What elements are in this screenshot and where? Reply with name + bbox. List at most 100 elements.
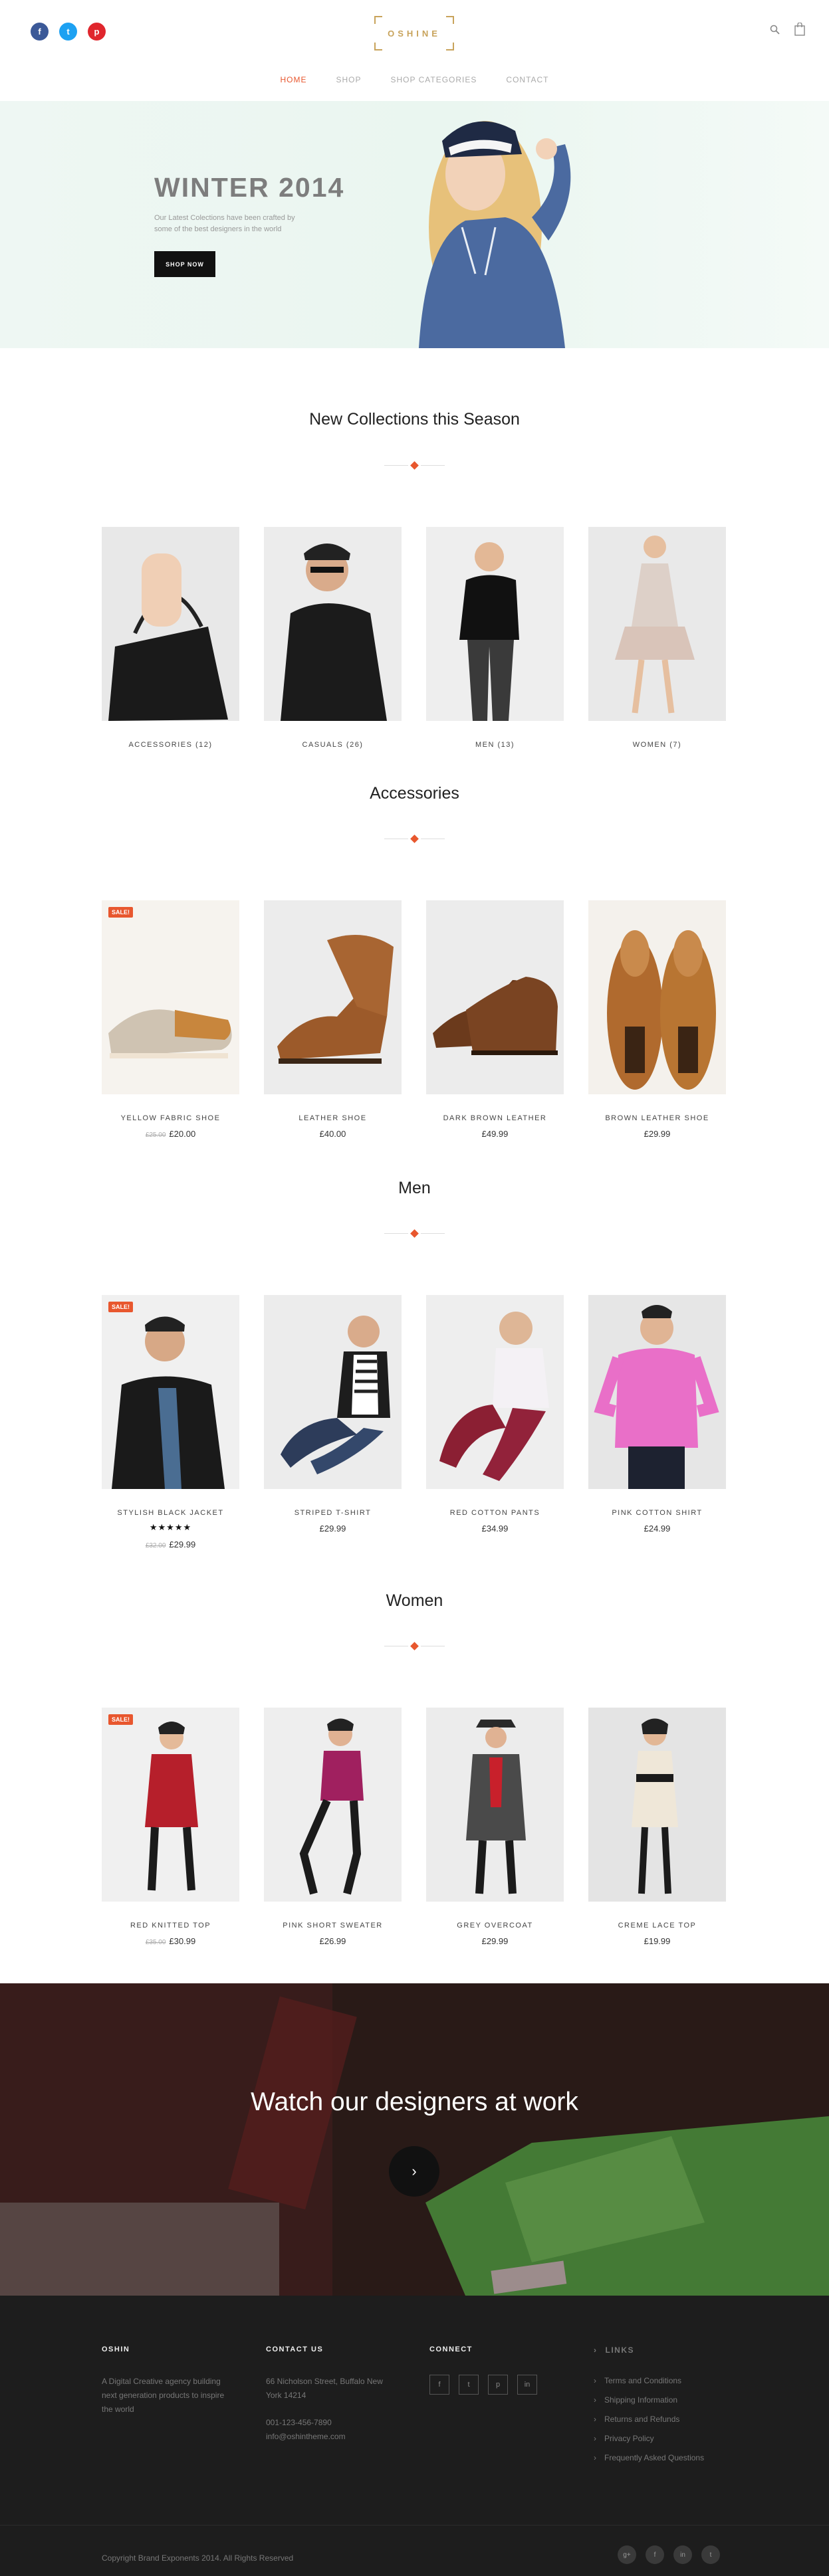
collection-label[interactable]: CASUALS (26) xyxy=(264,741,402,749)
hero-banner: WINTER 2014 Our Latest Colections have b… xyxy=(0,101,829,348)
sale-badge: SALE! xyxy=(108,907,133,918)
product-price: £29.99 xyxy=(426,1936,564,1946)
hero-title: WINTER 2014 xyxy=(154,172,345,203)
product-name[interactable]: PINK COTTON SHIRT xyxy=(588,1509,726,1517)
product-price: £35.00 £30.99 xyxy=(102,1936,239,1946)
product-card[interactable]: CREME LACE TOP £19.99 xyxy=(588,1708,726,1946)
product-name[interactable]: GREY OVERCOAT xyxy=(426,1922,564,1930)
header-icons xyxy=(770,23,805,36)
footer-link[interactable]: Frequently Asked Questions xyxy=(594,2453,727,2462)
product-name[interactable]: STRIPED T-SHIRT xyxy=(264,1509,402,1517)
product-price: £29.99 xyxy=(588,1129,726,1139)
collection-image[interactable] xyxy=(588,527,726,721)
product-image[interactable] xyxy=(588,1708,726,1902)
footer-link[interactable]: Shipping Information xyxy=(594,2395,727,2405)
product-card[interactable]: PINK COTTON SHIRT £24.99 xyxy=(588,1295,726,1534)
footer-about-text: A Digital Creative agency building next … xyxy=(102,2377,225,2414)
nav-home[interactable]: HOME xyxy=(280,75,306,84)
footer-phone[interactable]: 001-123-456-7890 xyxy=(266,2416,399,2430)
product-name[interactable]: STYLISH BLACK JACKET xyxy=(102,1509,239,1517)
video-title: Watch our designers at work xyxy=(251,2088,578,2116)
product-image[interactable] xyxy=(426,1295,564,1489)
nav-shop[interactable]: SHOP xyxy=(336,75,361,84)
product-price: £25.00 £20.00 xyxy=(102,1129,239,1139)
search-icon[interactable] xyxy=(770,25,780,35)
product-image[interactable]: SALE! xyxy=(102,1295,239,1489)
section-title-accessories: Accessories xyxy=(370,784,459,803)
product-image[interactable] xyxy=(588,1295,726,1489)
collection-card[interactable]: CASUALS (26) xyxy=(264,527,402,749)
current-price: £19.99 xyxy=(644,1936,671,1946)
product-card[interactable]: RED COTTON PANTS £34.99 xyxy=(426,1295,564,1534)
product-card[interactable]: PINK SHORT SWEATER £26.99 xyxy=(264,1708,402,1946)
twitter-icon[interactable]: t xyxy=(459,2375,479,2395)
footer-link[interactable]: Terms and Conditions xyxy=(594,2376,727,2385)
footer-link[interactable]: Returns and Refunds xyxy=(594,2415,727,2424)
pinterest-icon[interactable]: p xyxy=(88,23,106,41)
product-card[interactable]: SALE! RED KNITTED TOP £35.00 £30.99 xyxy=(102,1708,239,1946)
twitter-icon[interactable]: t xyxy=(59,23,77,41)
collection-label[interactable]: WOMEN (7) xyxy=(588,741,726,749)
product-name[interactable]: LEATHER SHOE xyxy=(264,1114,402,1122)
collection-label[interactable]: ACCESSORIES (12) xyxy=(102,741,239,749)
facebook-icon[interactable]: f xyxy=(429,2375,449,2395)
product-name[interactable]: BROWN LEATHER SHOE xyxy=(588,1114,726,1122)
facebook-icon[interactable]: f xyxy=(31,23,49,41)
twitter-icon[interactable]: t xyxy=(701,2545,720,2564)
section-divider xyxy=(384,1229,445,1238)
product-card[interactable]: BROWN LEATHER SHOE £29.99 xyxy=(588,900,726,1139)
nav-shop-categories[interactable]: SHOP CATEGORIES xyxy=(390,75,477,84)
linkedin-icon[interactable]: in xyxy=(517,2375,537,2395)
product-card[interactable]: GREY OVERCOAT £29.99 xyxy=(426,1708,564,1946)
site-logo[interactable]: OSHINE xyxy=(374,16,454,50)
product-image[interactable] xyxy=(264,900,402,1094)
product-price: £26.99 xyxy=(264,1936,402,1946)
footer-heading: CONNECT xyxy=(429,2345,473,2353)
google-plus-icon[interactable]: g+ xyxy=(618,2545,636,2564)
product-image[interactable] xyxy=(588,900,726,1094)
pinterest-icon[interactable]: p xyxy=(488,2375,508,2395)
product-card[interactable]: SALE! YELLOW FABRIC SHOE £25.00 £20.00 xyxy=(102,900,239,1139)
collection-card[interactable]: MEN (13) xyxy=(426,527,564,749)
product-name[interactable]: CREME LACE TOP xyxy=(588,1922,726,1930)
cart-icon[interactable] xyxy=(794,23,805,36)
main-nav: HOME SHOP SHOP CATEGORIES CONTACT xyxy=(0,75,829,84)
product-image[interactable]: SALE! xyxy=(102,900,239,1094)
hero-text: Our Latest Colections have been crafted … xyxy=(154,214,295,233)
facebook-icon[interactable]: f xyxy=(646,2545,664,2564)
product-image[interactable] xyxy=(426,1708,564,1902)
product-name[interactable]: DARK BROWN LEATHER xyxy=(426,1114,564,1122)
product-image[interactable] xyxy=(264,1708,402,1902)
play-button[interactable]: › xyxy=(389,2146,439,2197)
collection-image[interactable] xyxy=(264,527,402,721)
current-price: £34.99 xyxy=(481,1524,509,1534)
product-card[interactable]: SALE! STYLISH BLACK JACKET ★★★★★ £32.00 £… xyxy=(102,1295,239,1549)
women-grid: SALE! RED KNITTED TOP £35.00 £30.99 PINK … xyxy=(102,1708,727,1946)
footer-email[interactable]: info@oshintheme.com xyxy=(266,2430,399,2444)
product-price: £24.99 xyxy=(588,1524,726,1534)
collection-card[interactable]: ACCESSORIES (12) xyxy=(102,527,239,749)
linkedin-icon[interactable]: in xyxy=(673,2545,692,2564)
product-card[interactable]: STRIPED T-SHIRT £29.99 xyxy=(264,1295,402,1534)
collection-label[interactable]: MEN (13) xyxy=(426,741,564,749)
product-name[interactable]: YELLOW FABRIC SHOE xyxy=(102,1114,239,1122)
product-card[interactable]: LEATHER SHOE £40.00 xyxy=(264,900,402,1139)
footer-link[interactable]: Privacy Policy xyxy=(594,2434,727,2443)
collection-card[interactable]: WOMEN (7) xyxy=(588,527,726,749)
section-title-women: Women xyxy=(386,1591,443,1610)
collection-image[interactable] xyxy=(102,527,239,721)
product-card[interactable]: DARK BROWN LEATHER £49.99 xyxy=(426,900,564,1139)
nav-contact[interactable]: CONTACT xyxy=(506,75,548,84)
site-footer: OSHIN A Digital Creative agency building… xyxy=(0,2296,829,2576)
product-name[interactable]: RED KNITTED TOP xyxy=(102,1922,239,1930)
product-image[interactable] xyxy=(264,1295,402,1489)
product-name[interactable]: RED COTTON PANTS xyxy=(426,1509,564,1517)
product-image[interactable]: SALE! xyxy=(102,1708,239,1902)
product-name[interactable]: PINK SHORT SWEATER xyxy=(264,1922,402,1930)
shop-now-button[interactable]: SHOP NOW xyxy=(154,251,215,277)
sale-badge: SALE! xyxy=(108,1714,133,1725)
collection-image[interactable] xyxy=(426,527,564,721)
product-image[interactable] xyxy=(426,900,564,1094)
social-links: f t p xyxy=(31,23,106,41)
footer-address: 66 Nicholson Street, Buffalo New York 14… xyxy=(266,2377,383,2400)
